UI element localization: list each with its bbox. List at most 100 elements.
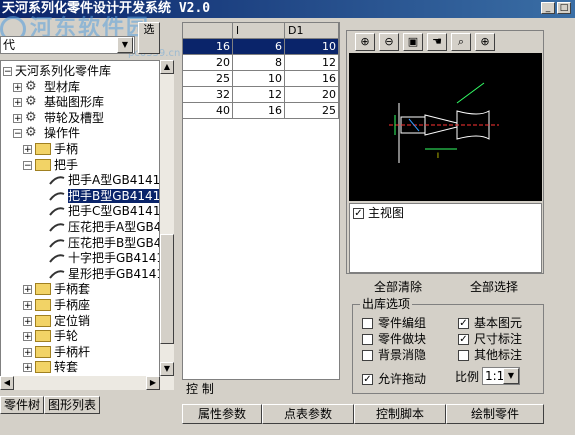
export-options-title: 出库选项 <box>360 297 413 311</box>
table-cell[interactable]: 12 <box>233 87 285 103</box>
table-cell[interactable]: 10 <box>233 71 285 87</box>
select-all-button[interactable]: 全部选择 <box>470 280 518 294</box>
clear-all-button[interactable]: 全部清除 <box>374 280 422 294</box>
table-cell[interactable]: 25 <box>183 71 233 87</box>
chevron-down-icon[interactable]: ▼ <box>117 37 133 53</box>
view-checkbox-main[interactable]: ✓ <box>353 208 364 219</box>
scroll-right-button[interactable]: ▶ <box>146 376 160 390</box>
tree-node[interactable]: 十字把手GB4141.1 <box>1 250 159 266</box>
tree-node[interactable]: − 天河系列化零件库 <box>1 63 159 79</box>
option-checkbox[interactable] <box>458 350 469 361</box>
zoom-in-icon[interactable]: ⊕ <box>355 33 375 51</box>
crosshair-icon[interactable]: ⊕ <box>475 33 495 51</box>
tab-graphic-list[interactable]: 图形列表 <box>44 396 100 414</box>
search-combo[interactable]: 代 ▼ <box>0 36 135 54</box>
tree-node[interactable]: 把手A型GB4141.1 <box>1 172 159 188</box>
table-cell[interactable]: 32 <box>183 87 233 103</box>
expand-toggle-icon[interactable]: + <box>13 98 22 108</box>
gear-icon: ⚙ <box>25 94 37 110</box>
expand-toggle-icon[interactable]: − <box>3 67 12 77</box>
table-cell[interactable]: 25 <box>285 103 339 119</box>
tree-node-label: 把手A型GB4141.1 <box>68 173 160 188</box>
option-checkbox[interactable] <box>362 350 373 361</box>
tree-horizontal-scrollbar[interactable]: ◀ ▶ <box>0 376 160 390</box>
tab-draw-part[interactable]: 绘制零件 <box>446 404 544 424</box>
expand-toggle-icon[interactable]: + <box>23 285 32 295</box>
table-header[interactable]: l <box>233 23 285 39</box>
table-cell[interactable]: 20 <box>285 87 339 103</box>
table-header[interactable]: D1 <box>285 23 339 39</box>
table-cell[interactable]: 20 <box>183 55 233 71</box>
option-label: 基本图元 <box>474 316 523 330</box>
tree-node[interactable]: − ⚙ 操作件 <box>1 125 159 141</box>
tree-node[interactable]: + 手柄 <box>1 141 159 157</box>
tree-node[interactable]: + 手柄套 <box>1 281 159 297</box>
option-checkbox[interactable] <box>362 334 373 345</box>
pan-icon[interactable]: ☚ <box>427 33 447 51</box>
zoom-window-icon[interactable]: ⌕ <box>451 33 471 51</box>
table-cell[interactable]: 16 <box>285 71 339 87</box>
table-cell[interactable]: 10 <box>285 39 339 55</box>
tree-node[interactable]: + 手轮 <box>1 328 159 344</box>
expand-toggle-icon[interactable]: + <box>23 301 32 311</box>
tab-part-tree[interactable]: 零件树 <box>0 396 44 414</box>
scroll-up-button[interactable]: ▲ <box>160 60 174 74</box>
tree-node[interactable]: + 定位销 <box>1 313 159 329</box>
expand-toggle-icon[interactable]: − <box>13 129 22 139</box>
tab-attribute-params[interactable]: 属性参数 <box>182 404 262 424</box>
tree-node[interactable]: + ⚙ 带轮及槽型 <box>1 110 159 126</box>
folder-icon <box>35 330 51 343</box>
table-cell[interactable]: 16 <box>183 39 233 55</box>
tree-node[interactable]: 星形把手GB4141.1 <box>1 266 159 282</box>
minimize-button[interactable]: _ <box>541 2 555 14</box>
table-cell[interactable]: 16 <box>233 103 285 119</box>
tree-node[interactable]: + ⚙ 型材库 <box>1 79 159 95</box>
part-tree[interactable]: − 天河系列化零件库 + ⚙ 型材库 + ⚙ 基础图形库 + ⚙ 带轮及槽型 − ⚙ 操作件 + 手柄 − 把手把… <box>0 60 160 390</box>
tree-node[interactable]: 把手C型GB4141.2 <box>1 203 159 219</box>
tree-node[interactable]: + ⚙ 基础图形库 <box>1 94 159 110</box>
preview-canvas[interactable]: l <box>349 53 542 201</box>
expand-toggle-icon[interactable]: + <box>13 82 22 92</box>
table-cell[interactable]: 40 <box>183 103 233 119</box>
expand-toggle-icon[interactable]: − <box>23 160 32 170</box>
tab-part-tree-label: 零件树 <box>3 398 40 412</box>
option-checkbox[interactable]: ✓ <box>362 374 373 385</box>
scale-select[interactable]: 1:1 ▼ <box>482 367 520 385</box>
maximize-button[interactable]: □ <box>557 2 571 14</box>
expand-toggle-icon[interactable]: + <box>23 145 32 155</box>
expand-toggle-icon[interactable]: + <box>23 316 32 326</box>
tree-node[interactable]: 把手B型GB4141.2 <box>1 188 159 204</box>
tree-node[interactable]: 压花把手B型GB4141 <box>1 235 159 251</box>
expand-toggle-icon[interactable]: + <box>23 347 32 357</box>
fit-icon[interactable]: ▣ <box>403 33 423 51</box>
option-checkbox[interactable]: ✓ <box>458 318 469 329</box>
table-cell[interactable]: 8 <box>233 55 285 71</box>
table-cell[interactable]: 12 <box>285 55 339 71</box>
tree-node[interactable]: + 手柄座 <box>1 297 159 313</box>
search-button[interactable]: 选 <box>138 22 160 54</box>
chevron-down-icon[interactable]: ▼ <box>503 368 519 384</box>
tree-node[interactable]: 压花把手A型GB4141 <box>1 219 159 235</box>
option-label: 背景消隐 <box>378 348 427 362</box>
scroll-left-button[interactable]: ◀ <box>0 376 14 390</box>
parameter-table[interactable]: l D1 16 6 10 20 8 12 25 10 16 32 12 20 40 16 25 <box>182 22 340 380</box>
table-cell[interactable]: 6 <box>233 39 285 55</box>
table-header[interactable] <box>183 23 233 39</box>
tab-point-table[interactable]: 点表参数 <box>262 404 354 424</box>
folder-icon <box>35 158 51 171</box>
option-checkbox[interactable]: ✓ <box>458 334 469 345</box>
view-list[interactable]: ✓ 主视图 <box>349 203 542 273</box>
expand-toggle-icon[interactable]: + <box>23 332 32 342</box>
zoom-out-icon[interactable]: ⊖ <box>379 33 399 51</box>
scroll-down-button[interactable]: ▼ <box>160 362 174 376</box>
tab-control-script[interactable]: 控制脚本 <box>354 404 446 424</box>
scroll-thumb[interactable] <box>160 234 174 344</box>
option-checkbox[interactable] <box>362 318 373 329</box>
tree-node[interactable]: + 转套 <box>1 359 159 375</box>
expand-toggle-icon[interactable]: + <box>23 363 32 373</box>
expand-toggle-icon[interactable]: + <box>13 113 22 123</box>
tree-node-label: 星形把手GB4141.1 <box>68 266 159 281</box>
tree-node[interactable]: − 把手 <box>1 157 159 173</box>
tree-vertical-scrollbar[interactable]: ▲ ▼ <box>160 60 174 390</box>
tree-node[interactable]: + 手柄杆 <box>1 344 159 360</box>
